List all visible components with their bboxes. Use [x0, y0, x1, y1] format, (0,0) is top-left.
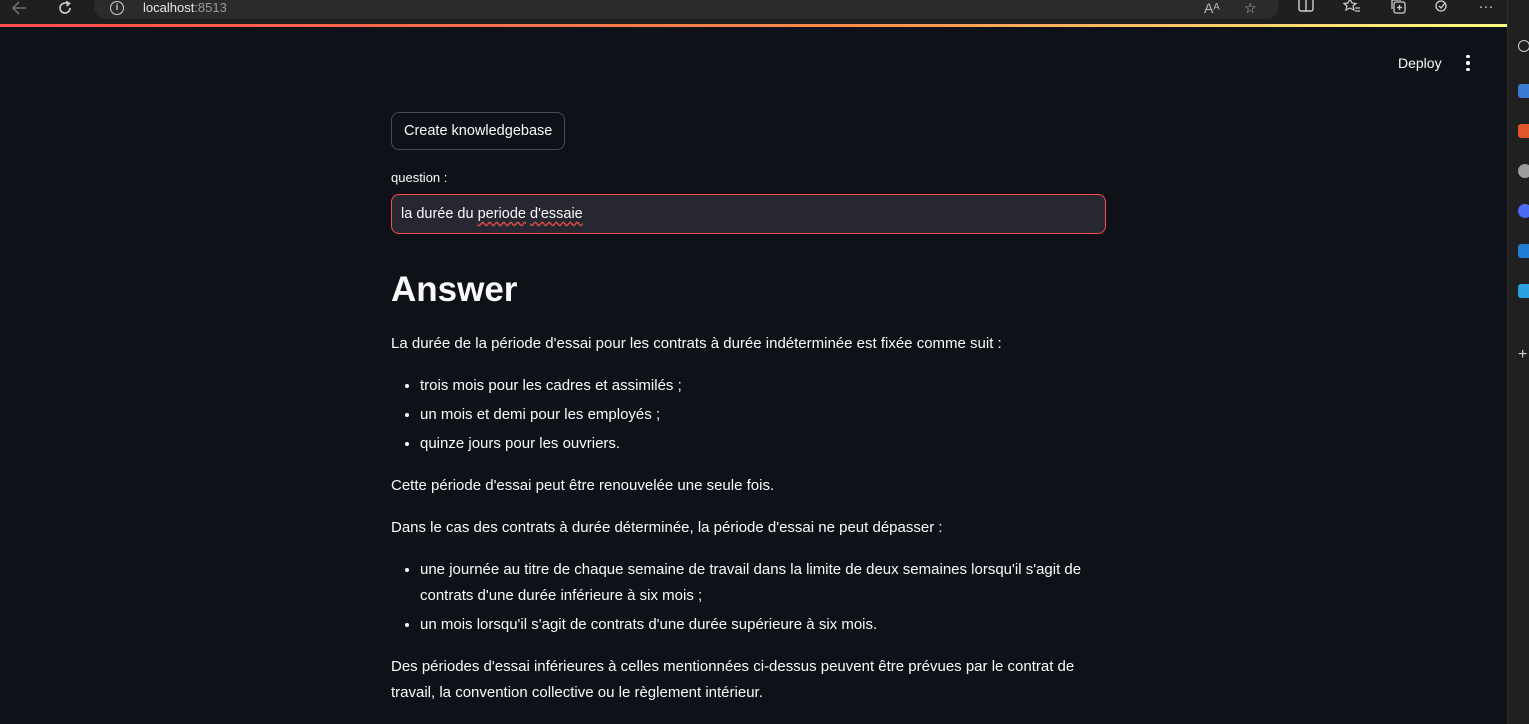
url-text[interactable]: localhost:8513 [143, 0, 227, 15]
outlook-icon[interactable] [1518, 244, 1529, 258]
favorites-icon[interactable] [1342, 0, 1362, 18]
games-icon[interactable] [1518, 164, 1529, 178]
list-item: un mois et demi pour les employés ; [420, 402, 1106, 428]
list-item: trois mois pour les cadres et assimilés … [420, 373, 1106, 399]
question-input[interactable]: la durée du periode d'essaie [391, 194, 1106, 234]
extensions-icon[interactable] [1432, 0, 1452, 18]
main-menu-icon[interactable] [1458, 50, 1478, 76]
answer-renewal: Cette période d'essai peut être renouvel… [391, 477, 775, 494]
more-icon[interactable]: ··· [1476, 0, 1496, 15]
answer-intro: La durée de la période d'essai pour les … [391, 335, 1002, 352]
answer-closing: Des périodes d'essai inférieures à celle… [391, 658, 1075, 701]
favorite-icon[interactable]: ☆ [1244, 0, 1257, 17]
create-knowledgebase-button[interactable]: Create knowledgebase [391, 112, 566, 150]
question-label: question : [391, 170, 448, 185]
list-item: un mois lorsqu'il s'agit de contrats d'u… [420, 612, 1106, 638]
add-icon[interactable]: + [1518, 347, 1529, 363]
answer-body: La durée de la période d'essai pour les … [391, 331, 1106, 706]
read-aloud-icon[interactable]: Aᴬ [1204, 0, 1220, 16]
info-icon[interactable]: i [110, 1, 124, 15]
shopping-icon[interactable] [1518, 124, 1529, 138]
list-item: quinze jours pour les ouvriers. [420, 431, 1106, 457]
address-bar[interactable]: i localhost:8513 Aᴬ ☆ [94, 0, 1279, 19]
decoration-bar [0, 24, 1507, 27]
telegram-icon[interactable] [1518, 284, 1529, 298]
refresh-icon[interactable] [55, 0, 75, 16]
cdd-duration-list: une journée au titre de chaque semaine d… [391, 557, 1106, 638]
m365-icon[interactable] [1518, 204, 1529, 218]
main-content: Create knowledgebase question : la durée… [391, 112, 1106, 722]
back-icon[interactable] [9, 0, 29, 16]
cdi-duration-list: trois mois pour les cadres et assimilés … [391, 373, 1106, 457]
answer-cdd-intro: Dans le cas des contrats à durée détermi… [391, 519, 943, 536]
copilot-icon[interactable] [1518, 84, 1529, 98]
browser-toolbar: i localhost:8513 Aᴬ ☆ ··· [0, 0, 1507, 24]
collections-icon[interactable] [1388, 0, 1408, 18]
deploy-button[interactable]: Deploy [1388, 50, 1452, 76]
list-item: une journée au titre de chaque semaine d… [420, 557, 1106, 609]
edge-sidebar: + [1507, 0, 1529, 724]
split-screen-icon[interactable] [1296, 0, 1316, 16]
search-icon[interactable] [1518, 40, 1529, 52]
answer-heading: Answer [391, 270, 518, 309]
